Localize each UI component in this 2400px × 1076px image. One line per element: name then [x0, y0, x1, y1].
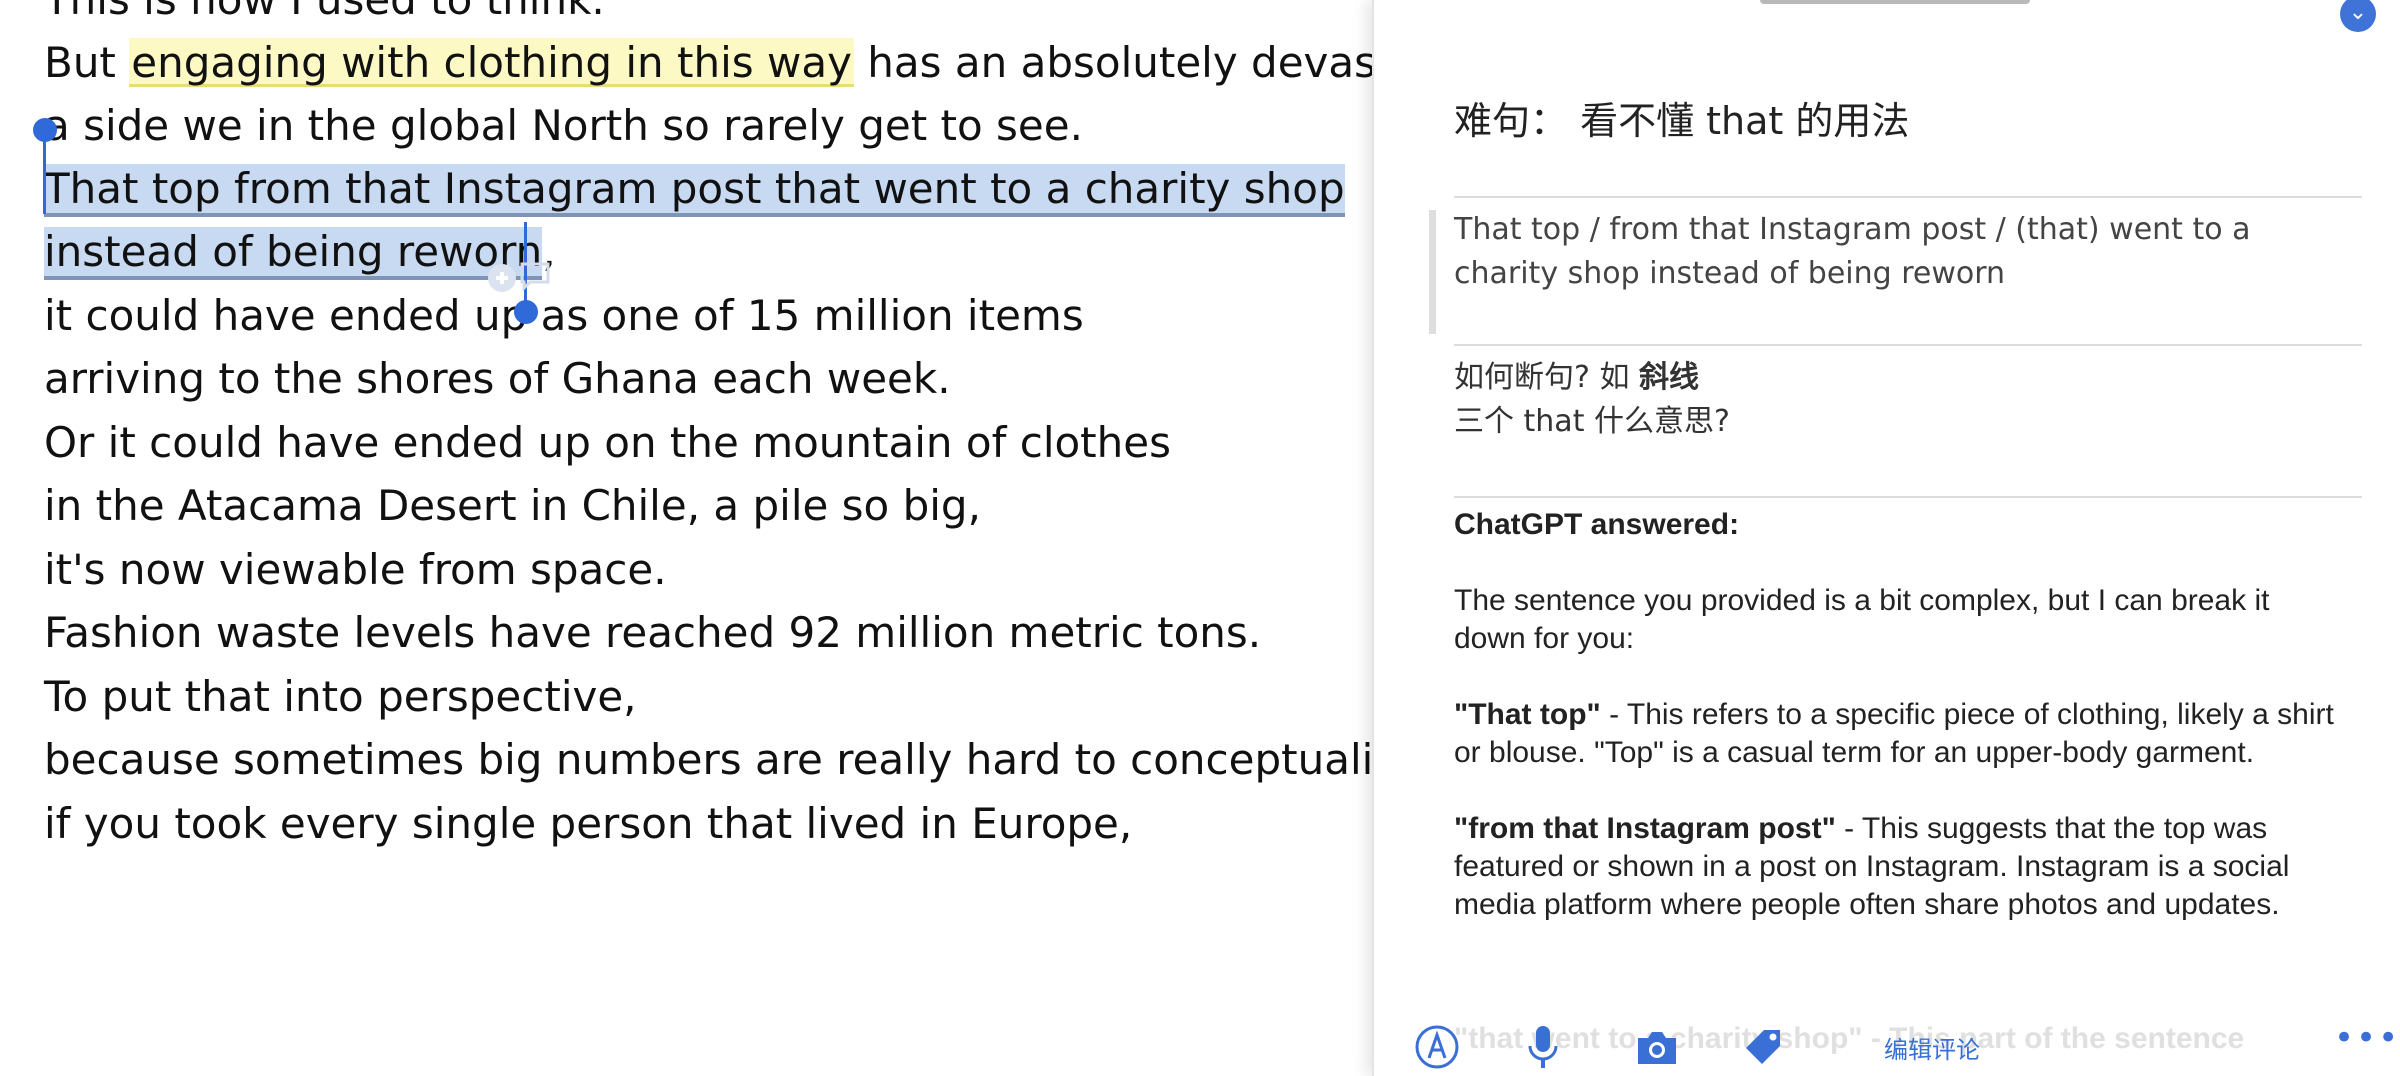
selection-start-bar — [43, 130, 46, 214]
reading-pane: This is how I used to think. But engagin… — [0, 0, 1372, 1076]
selection-start-handle[interactable] — [33, 118, 57, 142]
text-line: instead of being reworn, — [44, 222, 556, 282]
text-line: arriving to the shores of Ghana each wee… — [44, 354, 951, 403]
text-line: Or it could have ended up on the mountai… — [44, 418, 1171, 467]
text-line: That top from that Instagram post that w… — [44, 159, 1345, 219]
divider — [1454, 496, 2362, 498]
comment-marker-icon[interactable] — [486, 260, 552, 302]
note-line: 三个 that 什么意思? — [1454, 404, 1730, 439]
note-title: 难句： 看不懂 that 的用法 — [1454, 99, 1910, 143]
ai-answer: ChatGPT answered: The sentence you provi… — [1454, 506, 2334, 962]
text-line: it's now viewable from space. — [44, 545, 667, 594]
quoted-text: That top / from that Instagram post / (t… — [1454, 212, 2251, 291]
text-line: To put that into perspective, — [44, 672, 637, 721]
microphone-icon[interactable] — [1526, 1024, 1560, 1070]
quote-bar — [1429, 210, 1436, 334]
text-line: But engaging with clothing in this way h… — [44, 33, 1372, 93]
faded-answer-text: "that went to a charity shop" - This par… — [1454, 1022, 2245, 1055]
selected-text[interactable]: instead of being reworn — [44, 227, 543, 280]
text-line: it could have ended up as one of 15 mill… — [44, 291, 1084, 340]
divider — [1454, 196, 2362, 198]
tag-icon[interactable] — [1740, 1024, 1786, 1070]
text-segment: But — [44, 38, 130, 87]
chevron-down-icon: ⌄ — [2348, 0, 2368, 25]
more-options-icon[interactable]: ••• — [2334, 1018, 2400, 1058]
text-line: if you took every single person that liv… — [44, 799, 1133, 848]
edit-comment-button[interactable]: 编辑评论 — [1884, 1030, 1980, 1065]
panel-drag-handle[interactable] — [1760, 0, 2030, 4]
pen-icon[interactable] — [1414, 1024, 1460, 1070]
text-line: because sometimes big numbers are really… — [44, 735, 1372, 784]
user-note[interactable]: 如何断句? 如 斜线 三个 that 什么意思? — [1454, 356, 2334, 444]
text-line: Fashion waste levels have reached 92 mil… — [44, 608, 1262, 657]
text-segment: has an absolutely devastating — [867, 38, 1372, 87]
annotation-panel: ⌄ 难句： 看不懂 that 的用法 That top / from that … — [1372, 0, 2400, 1076]
answer-item: "That top" - This refers to a specific p… — [1454, 698, 2334, 769]
selection-end-handle[interactable] — [514, 300, 538, 324]
answer-item: "from that Instagram post" - This sugges… — [1454, 812, 2290, 921]
yellow-highlight[interactable]: engaging with clothing in this way — [129, 38, 854, 87]
selected-text[interactable]: That top from that Instagram post that w… — [44, 164, 1345, 217]
text-line: in the Atacama Desert in Chile, a pile s… — [44, 481, 981, 530]
answer-intro: The sentence you provided is a bit compl… — [1454, 584, 2270, 655]
text-line: This is how I used to think. — [44, 0, 605, 30]
note-line: 如何断句? 如 斜线 — [1454, 360, 1699, 395]
text-line: a side we in the global North so rarely … — [44, 101, 1083, 150]
bottom-toolbar: "that went to a charity shop" - This par… — [1374, 1016, 2400, 1076]
collapse-panel-button[interactable]: ⌄ — [2340, 0, 2376, 32]
divider — [1454, 344, 2362, 346]
answer-heading: ChatGPT answered: — [1454, 508, 1740, 541]
camera-icon[interactable] — [1634, 1024, 1680, 1070]
